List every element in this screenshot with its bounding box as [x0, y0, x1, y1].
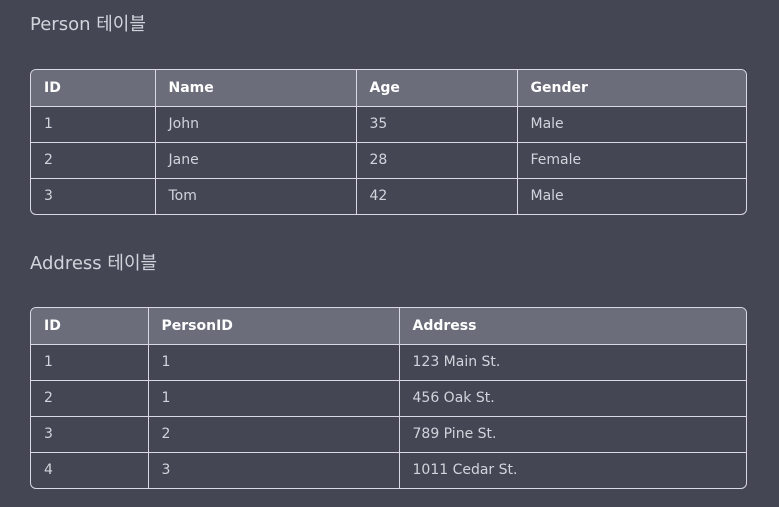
cell-id: 3: [31, 416, 149, 453]
table-row: 4 3 1011 Cedar St.: [31, 452, 746, 488]
cell-name: Tom: [155, 178, 357, 214]
cell-personid: 1: [148, 344, 400, 381]
cell-address: 123 Main St.: [399, 344, 746, 381]
column-header-personid: PersonID: [148, 308, 400, 345]
cell-id: 4: [31, 452, 149, 488]
column-header-name: Name: [155, 70, 357, 107]
cell-gender: Female: [517, 142, 746, 179]
cell-id: 2: [31, 142, 156, 179]
column-header-gender: Gender: [517, 70, 746, 107]
cell-id: 3: [31, 178, 156, 214]
table-row: 1 1 123 Main St.: [31, 344, 746, 381]
column-header-address: Address: [399, 308, 746, 345]
person-table: ID Name Age Gender 1 John 35 Male 2 Jane…: [30, 69, 747, 215]
table-header-row: ID Name Age Gender: [31, 70, 746, 107]
cell-id: 1: [31, 344, 149, 381]
table-row: 1 John 35 Male: [31, 106, 746, 143]
cell-id: 2: [31, 380, 149, 417]
cell-address: 789 Pine St.: [399, 416, 746, 453]
cell-age: 35: [356, 106, 518, 143]
address-table: ID PersonID Address 1 1 123 Main St. 2 1…: [30, 307, 747, 489]
table-row: 3 2 789 Pine St.: [31, 416, 746, 453]
column-header-id: ID: [31, 308, 149, 345]
cell-name: Jane: [155, 142, 357, 179]
cell-gender: Male: [517, 106, 746, 143]
table-row: 2 Jane 28 Female: [31, 142, 746, 179]
cell-personid: 2: [148, 416, 400, 453]
cell-gender: Male: [530, 188, 564, 205]
table-row: 2 1 456 Oak St.: [31, 380, 746, 417]
address-table-title: Address 테이블: [30, 253, 158, 274]
column-header-id: ID: [31, 70, 156, 107]
cell-address: 456 Oak St.: [399, 380, 746, 417]
column-header-age: Age: [356, 70, 518, 107]
cell-id: 1: [31, 106, 156, 143]
cell-personid: 3: [148, 452, 400, 488]
table-row: 3 Tom 42 Male: [31, 178, 746, 214]
cell-address: 1011 Cedar St.: [412, 462, 518, 479]
person-table-title: Person 테이블: [30, 14, 146, 35]
cell-personid: 1: [148, 380, 400, 417]
table-header-row: ID PersonID Address: [31, 308, 746, 345]
cell-name: John: [155, 106, 357, 143]
cell-age: 28: [356, 142, 518, 179]
cell-age: 42: [356, 178, 518, 214]
